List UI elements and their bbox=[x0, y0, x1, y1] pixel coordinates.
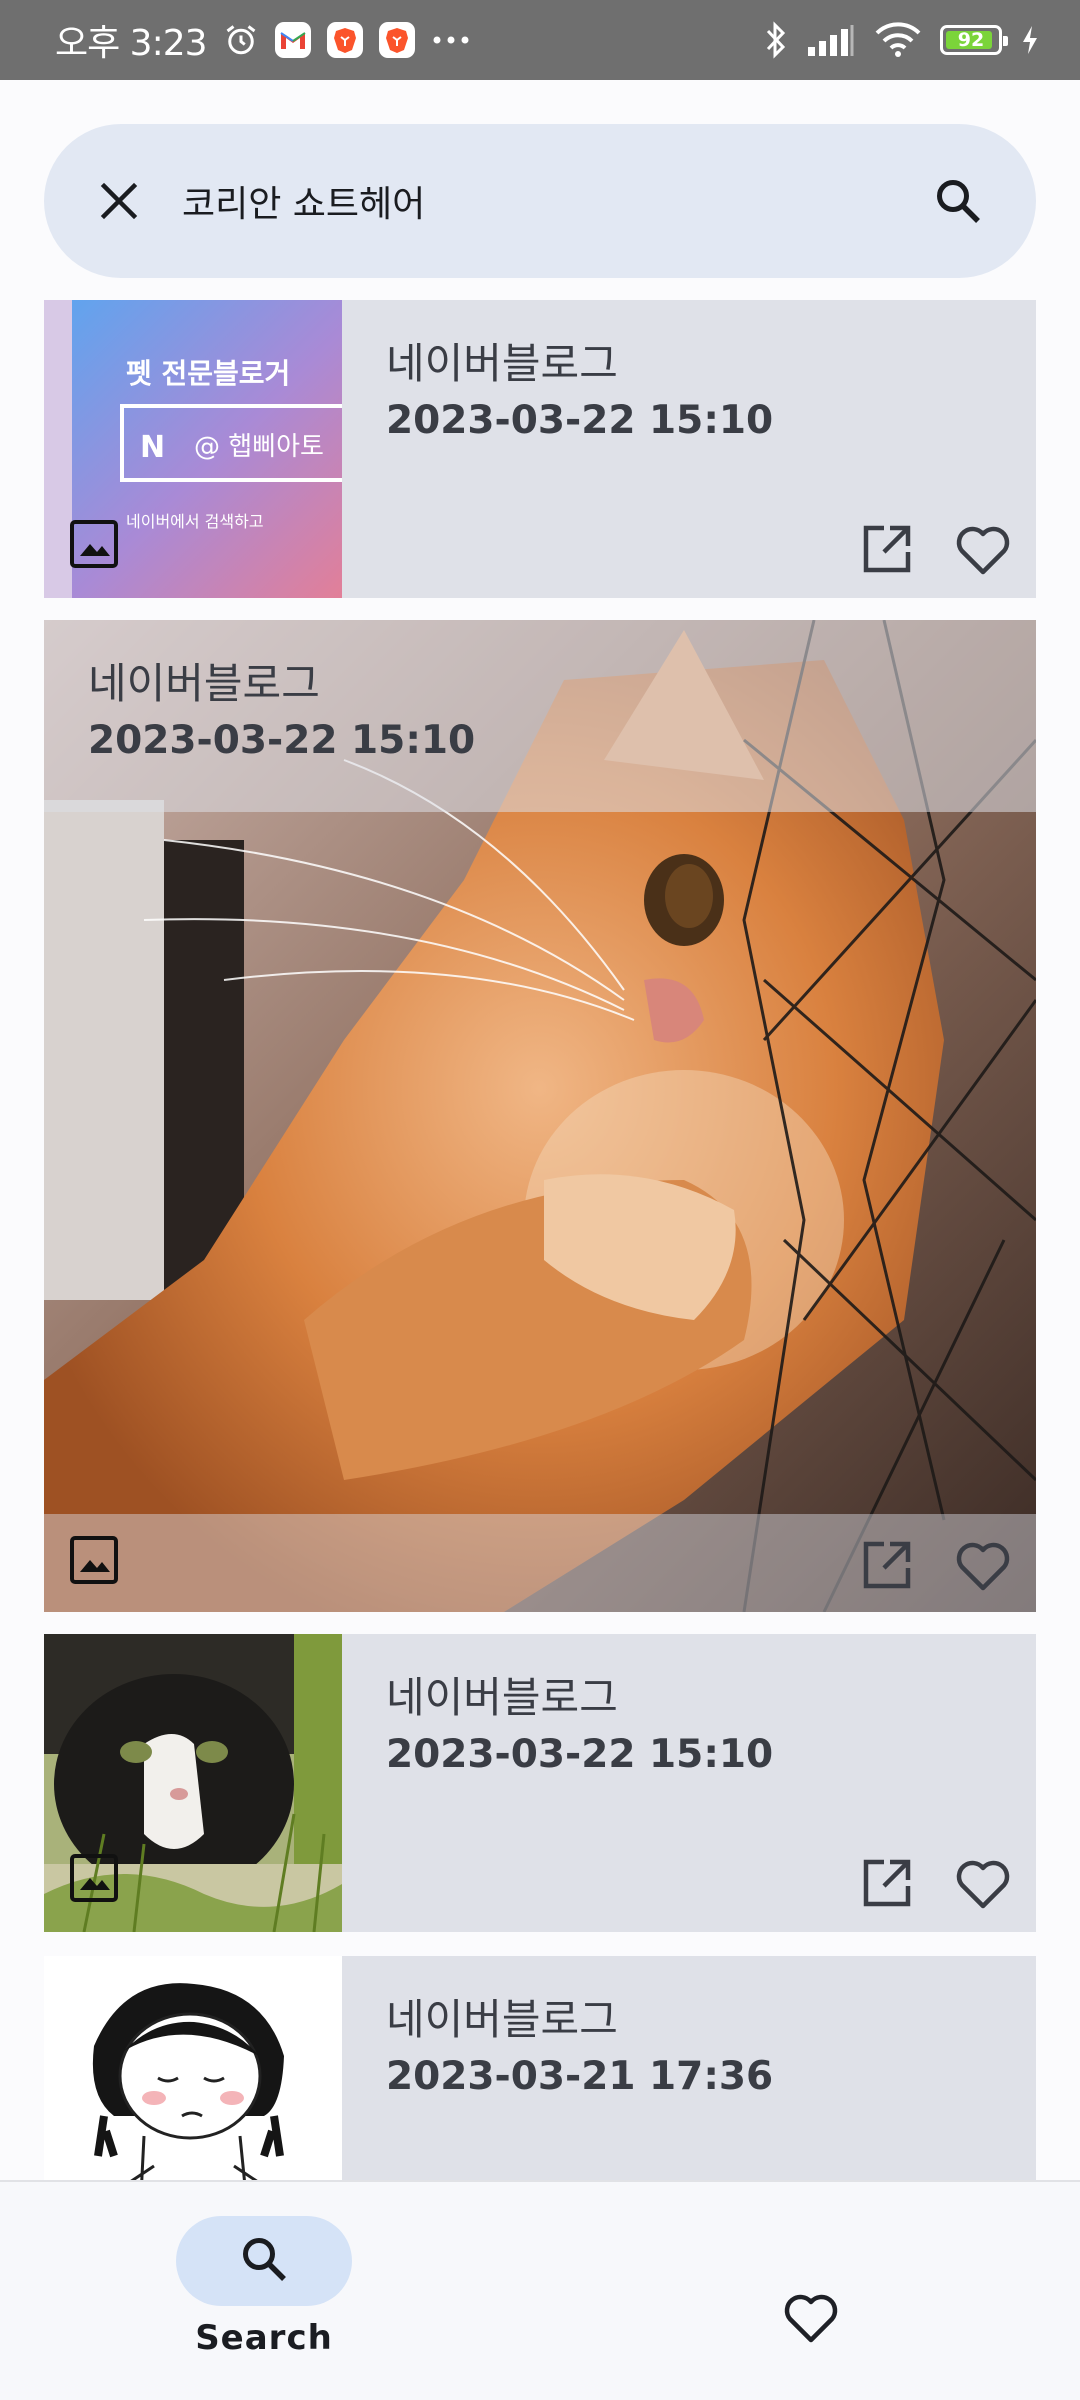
image-icon bbox=[68, 1534, 120, 1590]
result-card-large[interactable]: 네이버블로그 2023-03-22 15:10 bbox=[44, 620, 1036, 1612]
card-info: 네이버블로그 2023-03-22 15:10 bbox=[386, 1670, 773, 1784]
search-input[interactable]: 코리안 쇼트헤어 bbox=[182, 175, 932, 227]
open-external-icon[interactable] bbox=[860, 1538, 914, 1592]
result-card[interactable]: N 펫 전문블로거 @ 햅삐아토 네이버에서 검색하고 네이버블로그 2023-… bbox=[44, 300, 1036, 598]
battery-icon: 92 bbox=[940, 25, 1008, 55]
battery-level: 92 bbox=[957, 29, 985, 51]
more-icon bbox=[431, 34, 471, 46]
brave-icon bbox=[326, 22, 363, 58]
card-actions bbox=[860, 1538, 1012, 1592]
heart-icon[interactable] bbox=[954, 1856, 1012, 1910]
card-title: 네이버블로그 bbox=[386, 1673, 618, 1722]
svg-text:N: N bbox=[140, 430, 165, 465]
thumbnail-text: @ 햅삐아토 bbox=[194, 432, 324, 462]
result-thumbnail[interactable] bbox=[44, 1956, 342, 2180]
card-date: 2023-03-22 15:10 bbox=[386, 1732, 774, 1777]
card-actions bbox=[860, 522, 1012, 576]
alarm-icon bbox=[223, 22, 259, 58]
image-icon bbox=[68, 518, 120, 574]
result-card[interactable]: 네이버블로그 2023-03-22 15:10 bbox=[44, 1634, 1036, 1932]
nav-search-button[interactable] bbox=[176, 2216, 352, 2306]
signal-icon bbox=[806, 23, 856, 57]
result-thumbnail[interactable] bbox=[44, 1634, 342, 1932]
card-info: 네이버블로그 2023-03-22 15:10 bbox=[386, 336, 773, 450]
card-date: 2023-03-22 15:10 bbox=[88, 718, 476, 763]
card-title: 네이버블로그 bbox=[88, 659, 320, 708]
search-icon bbox=[238, 2233, 290, 2289]
nav-favorites-heart-icon[interactable] bbox=[782, 2290, 840, 2344]
thumbnail-text: 네이버에서 검색하고 bbox=[126, 512, 264, 531]
bottom-navigation: Search bbox=[0, 2180, 1080, 2400]
result-card[interactable]: 네이버블로그 2023-03-21 17:36 bbox=[44, 1956, 1036, 2180]
card-title: 네이버블로그 bbox=[386, 339, 618, 388]
card-title: 네이버블로그 bbox=[386, 1995, 618, 2044]
image-icon bbox=[68, 1852, 120, 1908]
search-bar: 코리안 쇼트헤어 bbox=[44, 124, 1036, 278]
wifi-icon bbox=[874, 22, 922, 58]
open-external-icon[interactable] bbox=[860, 522, 914, 576]
card-info: 네이버블로그 2023-03-21 17:36 bbox=[386, 1992, 773, 2106]
card-header-overlay: 네이버블로그 2023-03-22 15:10 bbox=[44, 620, 1036, 812]
card-date: 2023-03-22 15:10 bbox=[386, 398, 774, 443]
heart-icon[interactable] bbox=[954, 1538, 1012, 1592]
close-icon[interactable] bbox=[96, 178, 142, 224]
status-bar: 오후 3:23 92 bbox=[0, 0, 1080, 80]
brave-icon bbox=[378, 22, 415, 58]
bluetooth-icon bbox=[764, 21, 788, 59]
nav-search-label[interactable]: Search bbox=[150, 2318, 378, 2358]
charging-icon bbox=[1020, 24, 1040, 56]
gmail-icon bbox=[274, 22, 311, 58]
open-external-icon[interactable] bbox=[860, 1856, 914, 1910]
thumbnail-text: 펫 전문블로거 bbox=[126, 357, 291, 390]
search-icon[interactable] bbox=[932, 175, 984, 227]
card-footer-overlay bbox=[44, 1514, 1036, 1612]
card-date: 2023-03-21 17:36 bbox=[386, 2054, 774, 2099]
results-feed[interactable]: N 펫 전문블로거 @ 햅삐아토 네이버에서 검색하고 네이버블로그 2023-… bbox=[44, 300, 1036, 2180]
result-thumbnail[interactable]: N 펫 전문블로거 @ 햅삐아토 네이버에서 검색하고 bbox=[44, 300, 342, 598]
status-time: 오후 3:23 bbox=[55, 23, 208, 64]
heart-icon[interactable] bbox=[954, 522, 1012, 576]
card-actions bbox=[860, 1856, 1012, 1910]
